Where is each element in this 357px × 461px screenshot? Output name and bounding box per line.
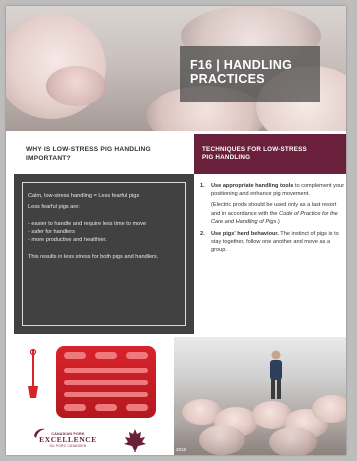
year-label: 2018 xyxy=(176,447,187,452)
page-title-line2: PRACTICES xyxy=(190,72,265,86)
techniques-heading-line2: PIG HANDLING xyxy=(202,154,251,161)
hero-pig-photo: F16 | HANDLING PRACTICES xyxy=(6,6,346,131)
pig-photo-shape xyxy=(46,66,106,106)
page-title-line1: F16 | HANDLING xyxy=(190,58,293,72)
handler-person-icon xyxy=(270,350,282,399)
item-lead: Use pigs' herd behaviour. xyxy=(211,231,279,238)
item-lead: Use appropriate handling tools xyxy=(211,183,294,189)
board-slot xyxy=(64,380,148,385)
box-line2: Less fearful pigs are: xyxy=(28,204,80,210)
board-slot xyxy=(95,352,117,359)
list-item: 1. Use appropriate handling tools to com… xyxy=(200,182,345,198)
sorting-board-icon xyxy=(56,346,156,418)
barn-handling-photo xyxy=(174,337,346,455)
maple-leaf-logo-icon xyxy=(122,428,148,452)
board-slot xyxy=(126,404,148,411)
benefits-list: - easier to handle and require less time… xyxy=(28,220,188,244)
canadian-pork-excellence-logo: CANADIAN PORK EXCELLENCE DU PORC CANADIE… xyxy=(28,432,108,448)
board-slot xyxy=(64,368,148,373)
board-slot xyxy=(64,404,86,411)
board-slot xyxy=(95,404,117,411)
why-heading-line2: IMPORTANT? xyxy=(26,154,71,162)
note-suffix: .) xyxy=(276,218,280,225)
list-item: - safer for handlers xyxy=(28,229,75,235)
paddle-handle-icon xyxy=(26,348,40,400)
logo-line3: DU PORC CANADIEN xyxy=(49,444,87,448)
box-line1: Calm, low-stress handling = Less fearful… xyxy=(28,193,140,199)
box-conclusion: This results in less stress for both pig… xyxy=(28,254,159,260)
list-item: 2. Use pigs' herd behaviour. The instinc… xyxy=(200,230,345,255)
document-page: F16 | HANDLING PRACTICES WHY IS LOW-STRE… xyxy=(6,6,346,455)
list-item: - more productive and healthier. xyxy=(28,237,107,243)
board-slot xyxy=(64,352,86,359)
list-item: - easier to handle and require less time… xyxy=(28,221,147,227)
board-slot xyxy=(64,392,148,397)
barn-floor xyxy=(174,425,346,455)
item-number: 2. xyxy=(200,231,205,238)
techniques-heading: TECHNIQUES FOR LOW-STRESS PIG HANDLING xyxy=(194,134,346,174)
logo-line2: EXCELLENCE xyxy=(39,435,97,444)
why-heading-line1: WHY IS LOW-STRESS PIG HANDLING xyxy=(26,146,151,153)
board-slot xyxy=(126,352,148,359)
why-heading: WHY IS LOW-STRESS PIG HANDLING IMPORTANT… xyxy=(14,134,184,174)
title-box: F16 | HANDLING PRACTICES xyxy=(180,46,320,102)
electric-prod-note: (Electric prods should be used only as a… xyxy=(200,201,345,226)
techniques-heading-line1: TECHNIQUES FOR LOW-STRESS xyxy=(202,146,307,153)
item-number: 1. xyxy=(200,183,205,189)
benefits-box: Calm, low-stress handling = Less fearful… xyxy=(14,174,194,334)
pig-photo-shape xyxy=(312,395,346,423)
techniques-list: 1. Use appropriate handling tools to com… xyxy=(200,182,345,258)
